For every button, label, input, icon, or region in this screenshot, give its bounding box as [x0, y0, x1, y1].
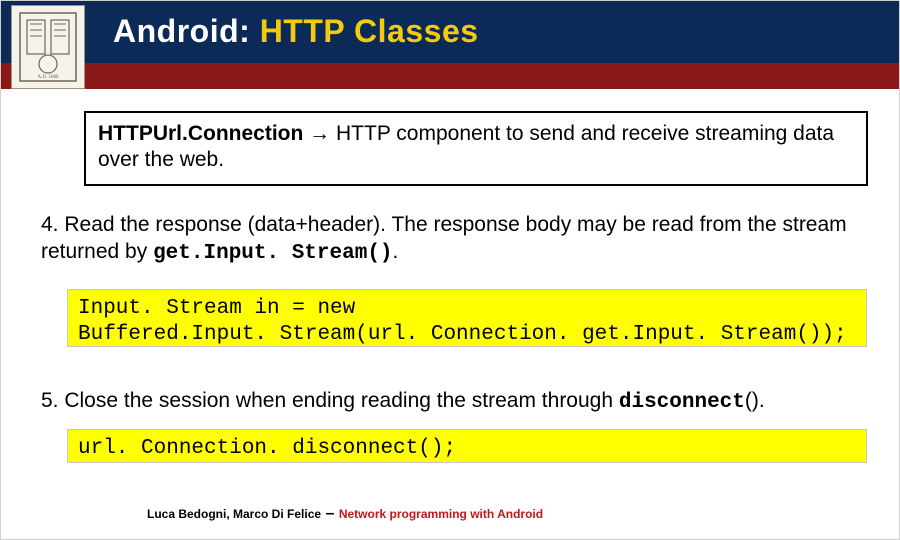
seal-icon: A.D. 1088 — [19, 12, 77, 82]
header-red-bar — [1, 63, 899, 89]
code2-line1: url. Connection. disconnect(); — [78, 436, 856, 462]
step4-suffix: . — [393, 240, 399, 263]
step5-prefix: 5. Close the session when ending reading… — [41, 389, 619, 412]
title-part2: HTTP Classes — [260, 13, 479, 49]
svg-text:A.D. 1088: A.D. 1088 — [38, 75, 59, 80]
code1-line2: Buffered.Input. Stream(url. Connection. … — [78, 322, 856, 348]
step4-mono: get.Input. Stream() — [153, 242, 392, 265]
step5-suffix: (). — [745, 389, 765, 412]
slide-title: Android: HTTP Classes — [113, 13, 479, 50]
slide-footer: Luca Bedogni, Marco Di Felice – Network … — [147, 505, 543, 523]
footer-dash: – — [321, 505, 339, 522]
slide-header: A.D. 1088 Android: HTTP Classes — [1, 1, 899, 89]
university-seal-logo: A.D. 1088 — [11, 5, 85, 89]
info-bold: HTTPUrl.Connection — [98, 122, 303, 145]
code1-line1: Input. Stream in = new — [78, 296, 856, 322]
step-4-text: 4. Read the response (data+header). The … — [41, 211, 861, 268]
arrow-icon: → — [303, 122, 336, 145]
footer-topic: Network programming with Android — [339, 507, 543, 521]
code-block-1: Input. Stream in = new Buffered.Input. S… — [67, 289, 867, 347]
info-box: HTTPUrl.Connection → HTTP component to s… — [84, 111, 868, 186]
title-part1: Android: — [113, 13, 260, 49]
step-5-text: 5. Close the session when ending reading… — [41, 387, 861, 416]
slide: A.D. 1088 Android: HTTP Classes HTTPUrl.… — [0, 0, 900, 540]
code-block-2: url. Connection. disconnect(); — [67, 429, 867, 463]
footer-authors: Luca Bedogni, Marco Di Felice — [147, 507, 321, 521]
step5-mono: disconnect — [619, 391, 745, 414]
